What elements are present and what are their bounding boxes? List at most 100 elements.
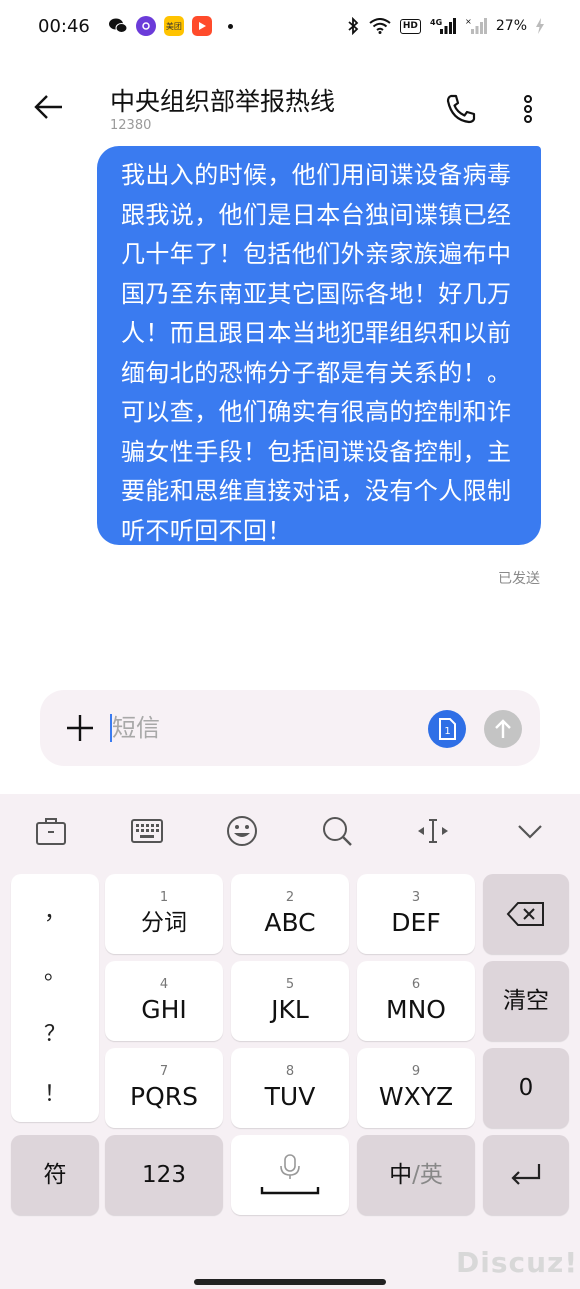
microphone-space-icon — [260, 1154, 320, 1195]
key-number: 8 — [285, 1064, 295, 1079]
home-indicator[interactable] — [194, 1279, 386, 1285]
cursor-move-button[interactable] — [416, 814, 450, 848]
lang-chinese: 中 — [389, 1162, 413, 1188]
key-label: JKL — [271, 995, 309, 1024]
key-label: 分词 — [141, 910, 187, 936]
enter-icon — [511, 1164, 541, 1185]
backspace-icon — [506, 902, 544, 926]
battery-level: 27% — [495, 18, 527, 34]
punct-comma[interactable]: ， — [11, 894, 99, 926]
key-label: 中/英 — [389, 1161, 443, 1189]
key-3[interactable]: 3 DEF — [357, 874, 475, 954]
keyboard-search-button[interactable] — [320, 814, 354, 848]
key-4[interactable]: 4 GHI — [105, 961, 223, 1041]
key-label: 清空 — [503, 988, 549, 1014]
toolbox-button[interactable] — [34, 814, 68, 848]
punct-period[interactable]: 。 — [11, 954, 99, 986]
signal-2-icon: × — [465, 17, 487, 35]
key-number: 2 — [285, 890, 295, 905]
key-6[interactable]: 6 MNO — [357, 961, 475, 1041]
sim-select-button[interactable]: 1 — [428, 710, 466, 748]
arrow-up-icon — [495, 719, 511, 738]
chevron-down-icon — [518, 825, 542, 839]
punct-exclaim[interactable]: ！ — [11, 1076, 99, 1108]
attach-button[interactable] — [64, 712, 96, 744]
message-input[interactable] — [112, 706, 412, 750]
key-1[interactable]: 1 分词 — [105, 874, 223, 954]
lang-english: 英 — [419, 1162, 443, 1188]
key-label: 0 — [518, 1075, 534, 1101]
phone-icon — [446, 94, 476, 124]
contact-number: 12380 — [110, 118, 152, 133]
keyboard-toolbar — [0, 794, 580, 864]
key-label: TUV — [264, 1082, 316, 1111]
message-status: 已发送 — [498, 571, 540, 587]
briefcase-icon — [36, 818, 66, 845]
key-label: ABC — [264, 908, 316, 937]
key-number: 4 — [159, 977, 169, 992]
key-label: DEF — [391, 908, 441, 937]
zero-key[interactable]: 0 — [483, 1048, 569, 1128]
hide-keyboard-button[interactable] — [513, 814, 547, 848]
purple-app-icon — [135, 16, 156, 36]
key-number: 7 — [159, 1064, 169, 1079]
back-arrow-icon — [34, 95, 62, 119]
enter-key[interactable] — [483, 1135, 569, 1215]
compose-bar: 1 — [40, 690, 540, 766]
more-options-button[interactable] — [516, 94, 540, 124]
language-switch-key[interactable]: 中/英 — [357, 1135, 475, 1215]
punctuation-column[interactable]: ， 。 ？ ！ — [11, 874, 99, 1122]
key-label: 123 — [142, 1162, 186, 1188]
key-7[interactable]: 7 PQRS — [105, 1048, 223, 1128]
symbol-key[interactable]: 符 — [11, 1135, 99, 1215]
plus-icon — [67, 715, 93, 741]
clear-key[interactable]: 清空 — [483, 961, 569, 1041]
hd-badge: HD — [399, 18, 421, 34]
emoji-button[interactable] — [225, 814, 259, 848]
bluetooth-icon — [346, 17, 360, 35]
call-button[interactable] — [444, 92, 478, 126]
notification-icons: 美团 — [108, 16, 233, 36]
key-label: GHI — [141, 995, 187, 1024]
key-5[interactable]: 5 JKL — [231, 961, 349, 1041]
sim-number: 1 — [444, 726, 450, 737]
status-time: 00:46 — [38, 15, 90, 37]
key-label: MNO — [386, 995, 446, 1024]
key-label: WXYZ — [378, 1082, 454, 1111]
backspace-key[interactable] — [483, 874, 569, 954]
contact-name: 中央组织部举报热线 — [110, 87, 336, 116]
key-number: 6 — [411, 977, 421, 992]
punct-question[interactable]: ？ — [11, 1016, 99, 1048]
cursor-move-icon — [418, 819, 448, 843]
send-button[interactable] — [484, 710, 522, 748]
system-indicators: HD 4G × 27% — [346, 17, 544, 35]
key-label: PQRS — [130, 1082, 198, 1111]
key-number: 3 — [411, 890, 421, 905]
key-9[interactable]: 9 WXYZ — [357, 1048, 475, 1128]
discuz-watermark: Discuz! — [456, 1246, 579, 1279]
status-bar: 00:46 美团 HD 4G × 27% — [0, 0, 580, 52]
search-icon — [323, 817, 352, 846]
key-8[interactable]: 8 TUV — [231, 1048, 349, 1128]
sent-message-bubble[interactable]: 我出入的时候，他们用间谍设备病毒跟我说，他们是日本台独间谍镇已经几十年了！包括他… — [97, 146, 541, 545]
svg-text:×: × — [465, 17, 472, 26]
keyboard-icon — [131, 819, 163, 843]
keyboard-layout-button[interactable] — [130, 814, 164, 848]
meituan-icon: 美团 — [163, 16, 184, 36]
conversation-header: 中央组织部举报热线 12380 — [0, 72, 580, 142]
key-number: 1 — [159, 890, 169, 905]
key-2[interactable]: 2 ABC — [231, 874, 349, 954]
key-number: 5 — [285, 977, 295, 992]
emoji-icon — [227, 816, 257, 846]
notification-dot-icon — [227, 23, 233, 29]
space-key[interactable] — [231, 1135, 349, 1215]
video-app-icon — [191, 16, 212, 36]
numeric-key[interactable]: 123 — [105, 1135, 223, 1215]
key-number: 9 — [411, 1064, 421, 1079]
back-button[interactable] — [32, 90, 66, 124]
more-vertical-icon — [524, 95, 532, 123]
lang-separator: / — [412, 1162, 420, 1188]
charging-icon — [536, 18, 544, 34]
wifi-icon — [369, 18, 391, 34]
signal-icon: 4G — [430, 17, 456, 35]
